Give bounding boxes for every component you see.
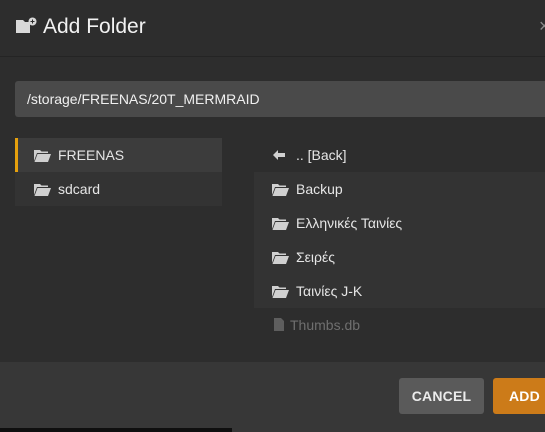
dialog-footer: CANCEL ADD [0,362,545,432]
folder-item-backup[interactable]: Backup [254,172,545,206]
background-strip [0,428,232,432]
folder-open-icon [34,150,51,162]
folder-open-icon [272,184,289,196]
folder-item-label: Σειρές [296,249,335,265]
file-item-thumbs-db: Thumbs.db [254,308,545,342]
dialog-title: Add Folder [43,15,146,38]
selected-indicator [15,138,18,172]
source-item-label: FREENAS [58,147,125,163]
add-folder-dialog: Add Folder × FREENAS sdcard .. [Back] [0,0,545,432]
add-folder-icon [16,17,37,33]
back-arrow-icon [273,150,285,160]
back-item[interactable]: .. [Back] [254,138,545,172]
folder-open-icon [34,184,51,196]
header-divider [0,56,545,57]
source-list: FREENAS sdcard [15,138,222,206]
dialog-header: Add Folder × [0,0,545,56]
folder-open-icon [272,252,289,264]
folder-item-series[interactable]: Σειρές [254,240,545,274]
folder-item-label: Ελληνικές Ταινίες [296,215,403,231]
folder-open-icon [272,218,289,230]
folder-item-label: .. [Back] [296,147,347,163]
source-item-label: sdcard [58,181,101,197]
file-item-label: Thumbs.db [290,317,361,333]
folder-item-greek-movies[interactable]: Ελληνικές Ταινίες [254,206,545,240]
cancel-button[interactable]: CANCEL [399,378,484,414]
path-input[interactable] [15,81,545,117]
folder-open-icon [272,286,289,298]
source-item-freenas[interactable]: FREENAS [15,138,222,172]
file-icon [274,318,284,331]
folder-item-label: Ταινίες J-K [296,283,363,299]
source-item-sdcard[interactable]: sdcard [15,172,222,206]
folder-item-label: Backup [296,181,343,197]
add-button[interactable]: ADD [493,378,545,414]
folder-browser-list: .. [Back] Backup Ελληνικές Ταινίες Σειρέ… [254,138,545,342]
close-icon[interactable]: × [539,16,545,36]
folder-item-movies-j-k[interactable]: Ταινίες J-K [254,274,545,308]
